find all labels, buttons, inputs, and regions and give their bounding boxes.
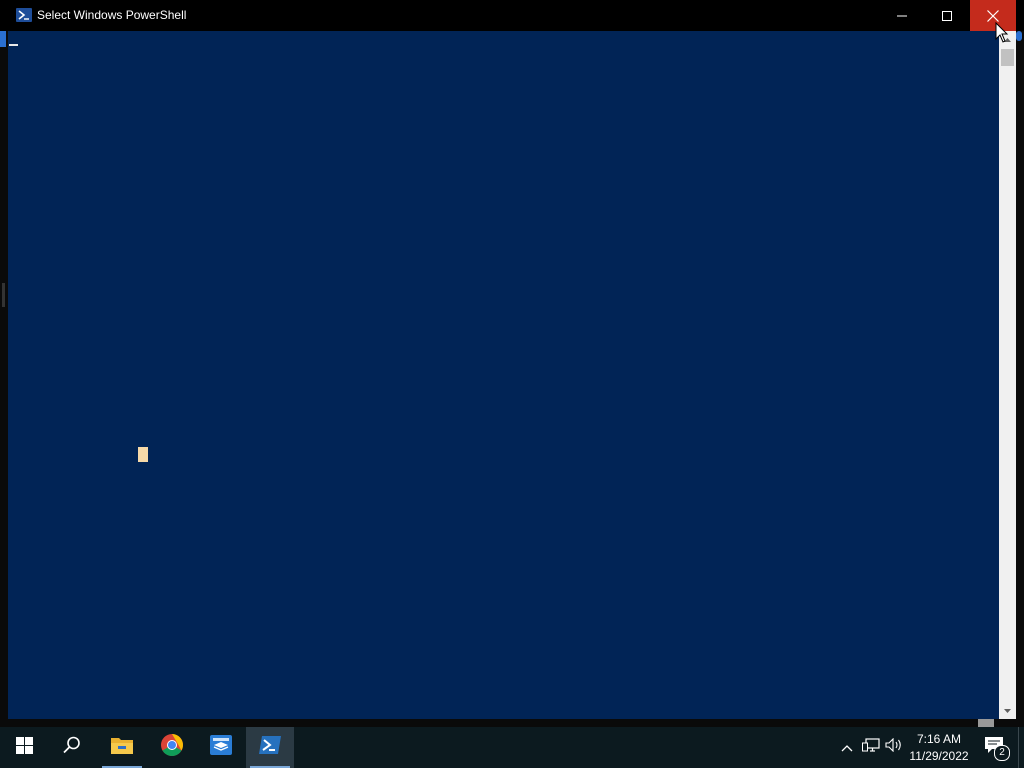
maximize-icon xyxy=(942,10,952,21)
powershell-icon xyxy=(16,8,32,22)
show-hidden-icons-button[interactable] xyxy=(838,727,856,768)
scroll-thumb[interactable] xyxy=(1001,49,1014,66)
desktop: Select Windows PowerShell 7:16 AM 11/29/… xyxy=(0,0,1024,768)
minimize-button[interactable] xyxy=(879,0,925,31)
volume-icon xyxy=(885,737,903,757)
powershell-icon xyxy=(258,735,282,760)
text-caret xyxy=(138,447,148,462)
clock[interactable]: 7:16 AM 11/29/2022 xyxy=(906,731,972,765)
close-icon xyxy=(987,9,999,22)
powershell-window: Select Windows PowerShell xyxy=(0,0,1024,727)
vertical-scrollbar[interactable] xyxy=(999,31,1016,719)
resize-grip[interactable] xyxy=(978,719,994,727)
background-window-grip xyxy=(2,283,5,307)
network-icon xyxy=(862,738,880,757)
clock-time: 7:16 AM xyxy=(916,732,962,746)
show-desktop-button[interactable] xyxy=(1018,727,1019,768)
clock-date: 11/29/2022 xyxy=(909,749,969,763)
taskbar-file-explorer[interactable] xyxy=(98,727,146,768)
action-center-button[interactable]: 2 xyxy=(978,727,1010,768)
search-button[interactable] xyxy=(48,727,96,768)
left-window-edge xyxy=(0,31,8,727)
taskbar: 7:16 AM 11/29/2022 2 xyxy=(0,727,1024,768)
console-cursor xyxy=(9,44,18,46)
folder-icon xyxy=(110,735,134,760)
background-window-edge xyxy=(0,31,6,47)
title-bar[interactable]: Select Windows PowerShell xyxy=(0,0,1024,31)
taskbar-chrome[interactable] xyxy=(148,727,196,768)
search-icon xyxy=(63,736,81,759)
network-button[interactable] xyxy=(860,727,882,768)
volume-button[interactable] xyxy=(884,727,904,768)
background-window-edge xyxy=(1016,31,1022,41)
maximize-button[interactable] xyxy=(924,0,970,31)
right-window-edge xyxy=(1016,31,1024,727)
window-title: Select Windows PowerShell xyxy=(37,8,187,22)
bottom-window-edge xyxy=(8,719,1016,727)
sandbox-icon xyxy=(209,734,233,761)
windows-logo-icon xyxy=(15,736,33,759)
chrome-icon xyxy=(160,733,184,762)
scroll-down-button[interactable] xyxy=(999,702,1016,719)
taskbar-sandbox[interactable] xyxy=(197,727,245,768)
console-area[interactable] xyxy=(8,31,999,719)
close-button[interactable] xyxy=(970,0,1016,31)
minimize-icon xyxy=(897,11,907,21)
start-button[interactable] xyxy=(0,727,48,768)
taskbar-powershell[interactable] xyxy=(246,727,294,768)
mouse-pointer-icon xyxy=(995,21,1009,44)
notification-count-badge: 2 xyxy=(994,745,1010,761)
chevron-up-icon xyxy=(841,739,853,757)
